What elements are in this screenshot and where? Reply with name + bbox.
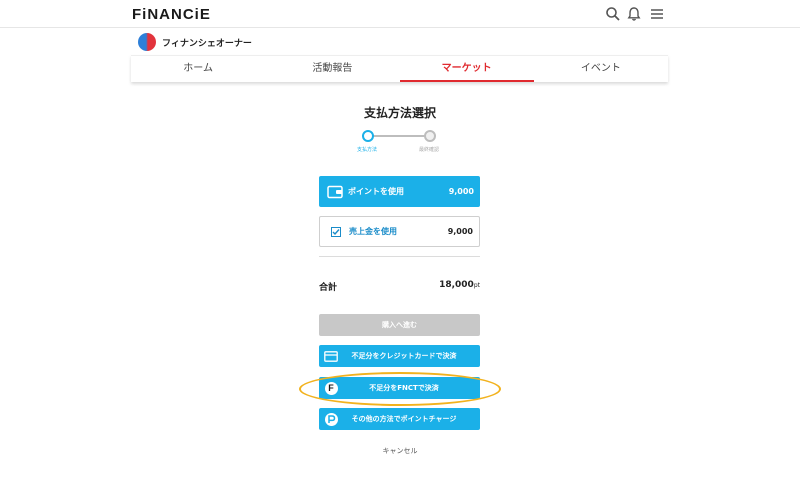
community-name: フィナンシェオーナー — [162, 38, 252, 49]
stepper-line — [369, 135, 431, 137]
page-title: 支払方法選択 — [363, 106, 436, 120]
fnct-icon-letter: F — [324, 381, 338, 395]
use-sales-value: 9,000 — [447, 227, 473, 236]
tab-market[interactable]: マーケット — [399, 56, 535, 82]
other-charge-label: その他の方法でポイントチャージ — [351, 415, 457, 423]
community-avatar — [138, 33, 156, 51]
proceed-label: 購入へ進む — [382, 321, 417, 329]
use-points-value: 9,000 — [448, 187, 474, 196]
total-unit: pt — [473, 282, 480, 289]
tab-activity-report[interactable]: 活動報告 — [265, 56, 399, 82]
financie-logo[interactable]: FiNANCiE — [132, 6, 211, 23]
checkmark-icon — [331, 226, 341, 237]
other-charge-button[interactable]: その他の方法でポイントチャージ — [319, 408, 480, 430]
tab-home[interactable]: ホーム — [131, 56, 265, 82]
bell-icon[interactable] — [626, 6, 642, 22]
progress-stepper: 支払方法 最終確認 — [357, 128, 447, 158]
step-1-label: 支払方法 — [357, 147, 378, 153]
total-amount: 18,000 — [439, 280, 474, 290]
credit-card-icon — [324, 349, 338, 363]
step-2-label: 最終確認 — [419, 147, 440, 153]
community-tabs: ホーム 活動報告 マーケット イベント — [131, 55, 668, 82]
use-points-label: ポイントを使用 — [348, 187, 404, 196]
sales-checkbox[interactable] — [328, 225, 344, 239]
top-header: FiNANCiE — [0, 0, 800, 28]
total-value: 18,000pt — [400, 280, 480, 290]
proceed-to-purchase-button[interactable]: 購入へ進む — [319, 314, 480, 336]
community-header[interactable]: フィナンシェオーナー — [138, 33, 252, 51]
use-sales-option[interactable]: 売上金を使用 9,000 — [319, 216, 480, 247]
cancel-link[interactable]: キャンセル — [0, 446, 800, 456]
step-2-dot — [424, 130, 436, 142]
use-sales-label: 売上金を使用 — [349, 227, 397, 236]
total-label: 合計 — [319, 283, 338, 293]
wallet-icon — [327, 185, 343, 199]
menu-icon[interactable] — [649, 6, 665, 22]
use-points-option[interactable]: ポイントを使用 9,000 — [319, 176, 480, 207]
step-1-dot — [362, 130, 374, 142]
tab-event[interactable]: イベント — [534, 56, 668, 82]
divider — [319, 256, 480, 257]
point-charge-icon — [324, 412, 338, 426]
credit-card-label: 不足分をクレジットカードで決済 — [351, 352, 457, 360]
fnct-icon: F — [324, 381, 338, 395]
fnct-label: 不足分をFNCTで決済 — [369, 384, 439, 392]
pay-credit-card-button[interactable]: 不足分をクレジットカードで決済 — [319, 345, 480, 367]
pay-fnct-button[interactable]: F 不足分をFNCTで決済 — [319, 377, 480, 399]
search-icon[interactable] — [605, 6, 621, 22]
